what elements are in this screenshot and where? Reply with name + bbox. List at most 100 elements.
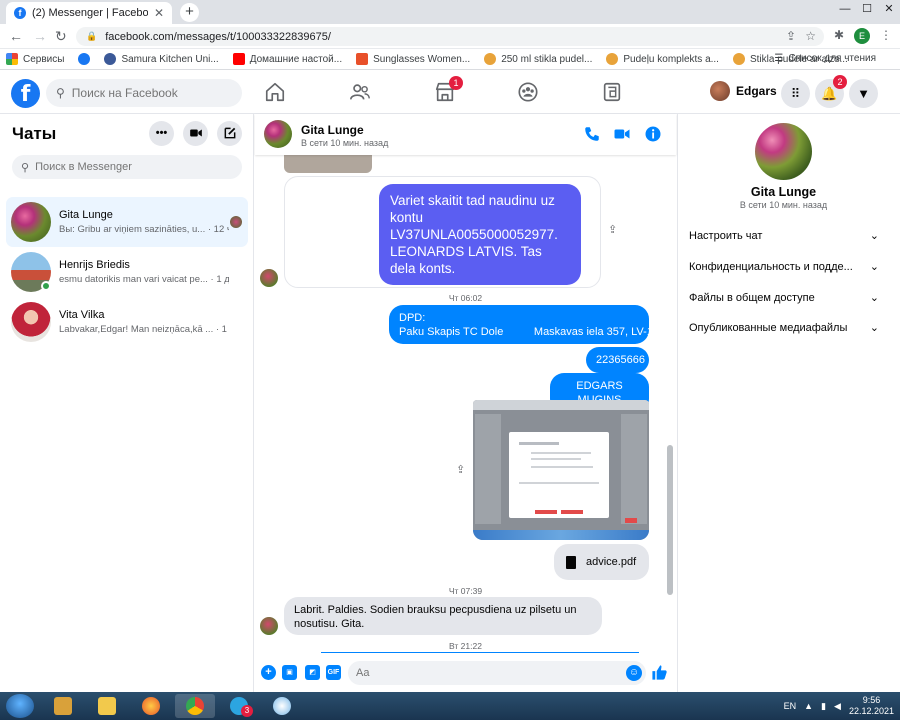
groups-icon[interactable] <box>517 81 541 105</box>
reload-icon[interactable]: ↻ <box>55 28 67 44</box>
bookmark-item[interactable]: Samura Kitchen Uni... <box>104 53 219 65</box>
chevron-down-icon: ⌄ <box>869 261 879 273</box>
close-tab-icon[interactable]: ✕ <box>154 6 164 20</box>
messenger-search-input[interactable] <box>35 161 226 173</box>
previous-image-attachment[interactable] <box>284 155 372 173</box>
phone-icon[interactable] <box>583 125 601 143</box>
taskbar-app[interactable] <box>43 694 83 718</box>
message-line: Paku Skapis TC Dole Maskavas iela 357, L… <box>399 326 672 338</box>
shared-media-row[interactable]: Опубликованные медиафайлы ⌄ <box>689 321 879 335</box>
browser-tab[interactable]: f (2) Messenger | Facebook ✕ <box>6 2 172 24</box>
bookmark-item[interactable]: Sunglasses Women... <box>356 53 470 65</box>
conversation-item[interactable]: Vita Vilka Labvakar,Edgar! Man neizņāca,… <box>6 297 248 347</box>
contact-name[interactable]: Gita Lunge <box>678 185 889 199</box>
conversation-preview: esmu datorikis man vari vaicat pe... · 1… <box>59 274 229 285</box>
taskbar-app[interactable]: 3 <box>219 694 259 718</box>
conversation-item[interactable]: Henrijs Briedis esmu datorikis man vari … <box>6 247 248 297</box>
conversation-item[interactable]: Gita Lunge Вы: Gribu ar viņiem sazinātie… <box>6 197 248 247</box>
friends-icon[interactable] <box>349 81 373 105</box>
home-icon[interactable] <box>264 81 288 105</box>
facebook-search[interactable]: ⚲ <box>46 79 242 107</box>
video-call-icon[interactable] <box>613 125 631 143</box>
scrollbar[interactable] <box>666 155 674 653</box>
search-icon: ⚲ <box>56 86 65 100</box>
bookmark-item[interactable]: Сервисы <box>6 53 64 65</box>
marketplace-badge: 1 <box>449 76 463 90</box>
message-composer: + ▣ ◩ GIF ☺ <box>255 653 676 692</box>
message-bubble[interactable]: DPD: Paku Skapis TC Dole Maskavas iela 3… <box>389 305 672 344</box>
facebook-logo[interactable]: f <box>11 79 40 108</box>
facebook-header: f ⚲ 1 Edgars ⠿ 🔔 2 ▼ <box>0 71 900 114</box>
online-indicator <box>41 281 51 291</box>
network-icon[interactable]: ▮ <box>821 701 826 712</box>
file-attachment[interactable]: advice.pdf <box>554 544 649 580</box>
taskbar-app[interactable] <box>175 694 215 718</box>
share-page-icon[interactable]: ⇪ <box>786 29 796 43</box>
facebook-bookmark-icon <box>78 53 91 65</box>
taskbar-app[interactable] <box>131 694 171 718</box>
image-attachment[interactable] <box>473 400 649 540</box>
scrollbar-thumb[interactable] <box>667 445 673 595</box>
new-message-button[interactable] <box>217 121 242 146</box>
clock[interactable]: 9:56 22.12.2021 <box>849 695 894 717</box>
taskbar-app[interactable] <box>262 694 302 718</box>
privacy-support-row[interactable]: Конфиденциальность и подде... ⌄ <box>689 260 879 274</box>
image-icon[interactable]: ▣ <box>282 665 297 680</box>
bookmark-item[interactable]: Домашние настой... <box>232 53 342 65</box>
plus-icon[interactable]: + <box>261 665 276 680</box>
back-icon[interactable]: ← <box>9 28 23 44</box>
marketplace-icon[interactable]: 1 <box>434 76 463 105</box>
maximize-icon[interactable]: ☐ <box>856 0 878 18</box>
language-indicator[interactable]: EN <box>784 701 797 711</box>
message-input-box[interactable]: ☺ <box>348 661 646 685</box>
chat-options-button[interactable]: ••• <box>149 121 174 146</box>
facebook-favicon-icon: f <box>14 7 26 19</box>
avatar[interactable] <box>264 120 292 148</box>
close-window-icon[interactable]: ✕ <box>878 0 900 18</box>
reading-list-button[interactable]: ☰ Список для чтения <box>774 53 876 64</box>
like-icon[interactable] <box>651 664 668 681</box>
system-tray: EN ▲ ▮ ◀ 9:56 22.12.2021 <box>784 692 900 720</box>
customize-chat-row[interactable]: Настроить чат ⌄ <box>689 229 879 243</box>
document-icon <box>566 555 576 569</box>
shared-files-row[interactable]: Файлы в общем доступе ⌄ <box>689 291 879 305</box>
bookmark-item[interactable]: Pudeļu komplekts a... <box>606 53 719 65</box>
minimize-icon[interactable]: — <box>834 0 856 18</box>
notifications-button[interactable]: 🔔 2 <box>815 75 847 108</box>
extensions-icon[interactable]: ✱ <box>834 28 844 42</box>
profile-shortcut[interactable]: Edgars <box>710 81 777 101</box>
chevron-down-icon: ⌄ <box>869 292 879 304</box>
info-icon[interactable] <box>644 125 662 143</box>
share-icon[interactable]: ⇪ <box>608 223 617 236</box>
profile-avatar[interactable]: E <box>854 28 870 44</box>
bookmark-star-icon[interactable]: ☆ <box>805 29 816 43</box>
taskbar-app[interactable] <box>87 694 127 718</box>
new-tab-button[interactable]: + <box>180 3 199 22</box>
avatar[interactable] <box>755 123 812 180</box>
conversation-name: Vita Vilka <box>59 309 105 321</box>
tray-arrow-icon[interactable]: ▲ <box>804 701 813 711</box>
gaming-icon[interactable] <box>601 81 625 105</box>
sticker-icon[interactable]: ◩ <box>305 665 320 680</box>
message-bubble[interactable]: Labrit. Paldies. Sodien brauksu pecpusdi… <box>284 597 602 635</box>
chat-contact-name[interactable]: Gita Lunge <box>301 123 364 137</box>
share-icon[interactable]: ⇪ <box>456 463 465 476</box>
account-menu-button[interactable]: ▼ <box>849 79 878 108</box>
facebook-search-input[interactable] <box>71 86 232 100</box>
volume-icon[interactable]: ◀ <box>834 701 841 712</box>
tab-title: (2) Messenger | Facebook <box>32 7 148 19</box>
gif-button[interactable]: GIF <box>326 665 341 680</box>
url-bar[interactable]: 🔒 facebook.com/messages/t/10003332283967… <box>76 27 824 46</box>
message-bubble[interactable]: 22365666 <box>586 347 649 373</box>
forward-icon[interactable]: → <box>33 28 47 44</box>
bookmark-item[interactable] <box>78 53 91 65</box>
messenger-search[interactable]: ⚲ <box>12 155 242 179</box>
bookmark-item[interactable]: 250 ml stikla pudel... <box>484 53 592 65</box>
message-bubble[interactable]: Variet skaitit tad naudinu uz kontu LV37… <box>379 184 581 285</box>
menu-grid-button[interactable]: ⠿ <box>781 79 810 108</box>
message-input[interactable] <box>356 661 616 685</box>
new-room-button[interactable] <box>183 121 208 146</box>
emoji-icon[interactable]: ☺ <box>626 665 642 681</box>
start-button[interactable] <box>6 694 34 718</box>
browser-menu-icon[interactable]: ⋮ <box>880 28 892 42</box>
